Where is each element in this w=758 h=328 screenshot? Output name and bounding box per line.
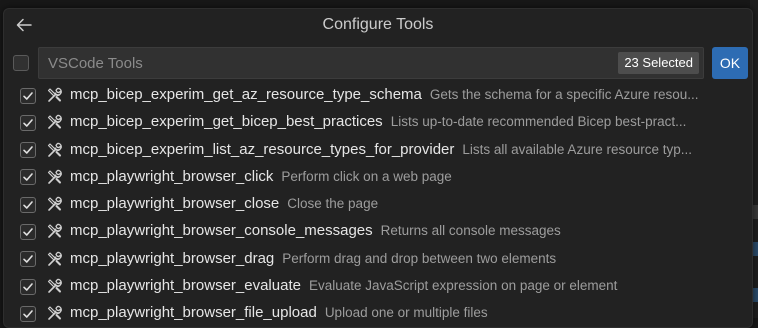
tools-icon: [46, 113, 64, 131]
tool-description: Lists all available Azure resource typ..…: [462, 141, 692, 157]
filter-input[interactable]: [39, 48, 617, 78]
tools-icon: [46, 86, 64, 104]
tool-item-text: mcp_playwright_browser_close Close the pa…: [70, 195, 724, 212]
tool-name: mcp_playwright_browser_close: [70, 195, 280, 213]
check-icon: [23, 282, 33, 291]
tools-icon: [46, 195, 64, 213]
tool-item-text: mcp_playwright_browser_file_upload Upload…: [70, 304, 724, 321]
tool-description: Evaluate JavaScript expression on page o…: [308, 278, 618, 294]
tool-checkbox[interactable]: [20, 251, 36, 268]
tool-list-item[interactable]: mcp_playwright_browser_close Close the pa…: [4, 191, 752, 218]
tool-name: mcp_bicep_experim_get_az_resource_type_s…: [70, 86, 422, 103]
backdrop-fragment: [753, 205, 758, 219]
tool-list-item[interactable]: mcp_playwright_browser_file_upload Upload…: [4, 300, 752, 327]
quick-pick-title: Configure Tools: [322, 16, 434, 33]
tool-list: mcp_bicep_experim_get_az_resource_type_s…: [4, 82, 752, 327]
tool-checkbox[interactable]: [20, 87, 36, 104]
tool-list-item[interactable]: mcp_playwright_browser_console_messages R…: [4, 218, 752, 245]
tool-checkbox[interactable]: [20, 223, 36, 240]
check-icon: [23, 146, 33, 154]
configure-tools-quick-pick: Configure Tools 23 Selected OK mcp_bicep…: [3, 8, 753, 328]
tools-icon: [46, 277, 64, 295]
tool-item-text: mcp_playwright_browser_evaluate Evaluate …: [70, 277, 724, 294]
backdrop-fragment: [753, 288, 758, 302]
tool-checkbox[interactable]: [20, 278, 36, 295]
check-icon: [23, 118, 33, 127]
tools-icon: [46, 141, 64, 159]
tool-item-text: mcp_bicep_experim_get_az_resource_type_s…: [70, 86, 724, 103]
tool-description: Perform drag and drop between two elemen…: [282, 250, 557, 266]
tool-list-item[interactable]: mcp_playwright_browser_click Perform clic…: [4, 164, 752, 191]
tool-item-text: mcp_bicep_experim_get_bicep_best_practic…: [70, 113, 724, 130]
select-all-checkbox[interactable]: [13, 55, 29, 71]
tool-description: Gets the schema for a specific Azure res…: [429, 87, 699, 102]
backdrop-fragment: [753, 242, 758, 256]
tool-list-item[interactable]: mcp_bicep_experim_list_az_resource_types…: [4, 137, 752, 164]
ok-button[interactable]: OK: [712, 47, 748, 79]
check-icon: [23, 200, 33, 209]
tool-list-item[interactable]: mcp_playwright_browser_drag Perform drag …: [4, 246, 752, 273]
tool-list-item[interactable]: mcp_bicep_experim_get_az_resource_type_s…: [4, 82, 752, 109]
tool-name: mcp_bicep_experim_get_bicep_best_practic…: [70, 113, 383, 131]
tool-item-text: mcp_bicep_experim_list_az_resource_types…: [70, 141, 724, 158]
tool-checkbox[interactable]: [20, 142, 36, 159]
selected-count-badge: 23 Selected: [618, 52, 699, 74]
check-icon: [23, 91, 33, 100]
tool-list-item[interactable]: mcp_playwright_browser_evaluate Evaluate …: [4, 273, 752, 300]
quick-pick-titlebar: Configure Tools: [4, 9, 752, 41]
filter-box: 23 Selected: [38, 47, 704, 79]
check-icon: [23, 173, 33, 182]
tool-checkbox[interactable]: [20, 305, 36, 322]
tool-list-item[interactable]: mcp_bicep_experim_get_bicep_best_practic…: [4, 109, 752, 136]
tool-name: mcp_playwright_browser_click: [70, 167, 274, 185]
tool-name: mcp_playwright_browser_drag: [70, 249, 275, 267]
tool-name: mcp_playwright_browser_file_upload: [70, 304, 317, 322]
tool-checkbox[interactable]: [20, 114, 36, 131]
check-icon: [23, 310, 33, 318]
check-icon: [23, 228, 33, 236]
tool-name: mcp_playwright_browser_console_messages: [70, 222, 373, 240]
tools-icon: [46, 250, 64, 268]
tools-icon: [46, 304, 64, 322]
select-all-checkbox-box[interactable]: [13, 55, 29, 71]
tool-description: Lists up-to-date recommended Bicep best-…: [390, 114, 687, 130]
tool-description: Upload one or multiple files: [324, 305, 488, 321]
tool-description: Close the page: [287, 196, 379, 212]
check-icon: [23, 255, 33, 264]
tool-name: mcp_bicep_experim_list_az_resource_types…: [70, 140, 455, 158]
tool-checkbox[interactable]: [20, 196, 36, 213]
tool-description: Returns all console messages: [380, 223, 561, 239]
tool-checkbox[interactable]: [20, 169, 36, 186]
tool-name: mcp_playwright_browser_evaluate: [70, 277, 301, 295]
tool-item-text: mcp_playwright_browser_click Perform clic…: [70, 168, 724, 185]
tools-icon: [46, 222, 64, 240]
tools-icon: [46, 168, 64, 186]
tool-description: Perform click on a web page: [281, 168, 452, 184]
tool-item-text: mcp_playwright_browser_drag Perform drag …: [70, 250, 724, 267]
tool-item-text: mcp_playwright_browser_console_messages R…: [70, 222, 724, 239]
